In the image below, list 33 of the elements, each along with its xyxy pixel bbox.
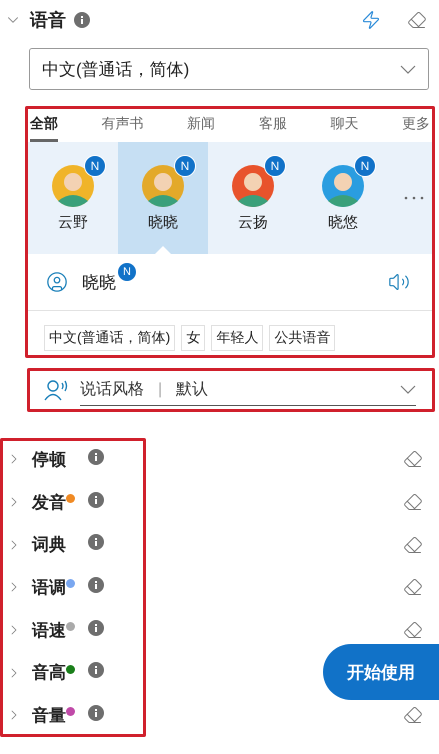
new-badge: N — [118, 262, 136, 280]
voice-card[interactable]: N 云扬 — [208, 142, 298, 254]
category-tab[interactable]: 更多 — [402, 113, 430, 142]
voice-tag: 中文(普通话，简体) — [44, 325, 176, 351]
section-header[interactable]: 语速 — [22, 618, 66, 642]
voice-card[interactable]: N 云野 — [28, 142, 118, 254]
language-dropdown[interactable]: 中文(普通话，简体) — [29, 48, 429, 90]
section-header[interactable]: 音高 — [22, 661, 66, 684]
category-tab[interactable]: 聊天 — [330, 113, 358, 142]
category-tab[interactable]: 有声书 — [102, 113, 144, 142]
voice-tag: 公共语音 — [269, 325, 336, 351]
voice-tag: 年轻人 — [211, 325, 264, 351]
section-header[interactable]: 停顿 — [22, 448, 66, 471]
voice-name: 晓悠 — [328, 212, 358, 232]
section-header[interactable]: 音量 — [22, 704, 66, 727]
section-header[interactable]: 发音 — [22, 490, 66, 514]
voice-name: 晓晓 — [148, 212, 178, 232]
section-header[interactable]: 语调 — [22, 576, 66, 599]
floating-start-button[interactable]: 开始使用 — [323, 644, 439, 700]
voice-name: 云扬 — [238, 212, 268, 232]
category-tab[interactable]: 客服 — [258, 113, 287, 142]
section-title: 语音 — [30, 9, 66, 32]
section-header[interactable]: 词典 — [22, 533, 66, 556]
voice-card[interactable]: N 晓晓 — [118, 142, 208, 254]
new-badge: N — [174, 154, 196, 176]
new-badge: N — [264, 154, 286, 176]
new-badge: N — [354, 154, 376, 176]
voice-name: 云野 — [58, 212, 88, 232]
new-badge: N — [84, 154, 106, 176]
category-tab[interactable]: 新闻 — [187, 113, 216, 142]
voice-card[interactable]: N 晓悠 — [298, 142, 388, 254]
speaking-style-dropdown[interactable]: 说话风格 | 默认 — [80, 374, 416, 406]
voice-tag: 女 — [181, 325, 206, 351]
